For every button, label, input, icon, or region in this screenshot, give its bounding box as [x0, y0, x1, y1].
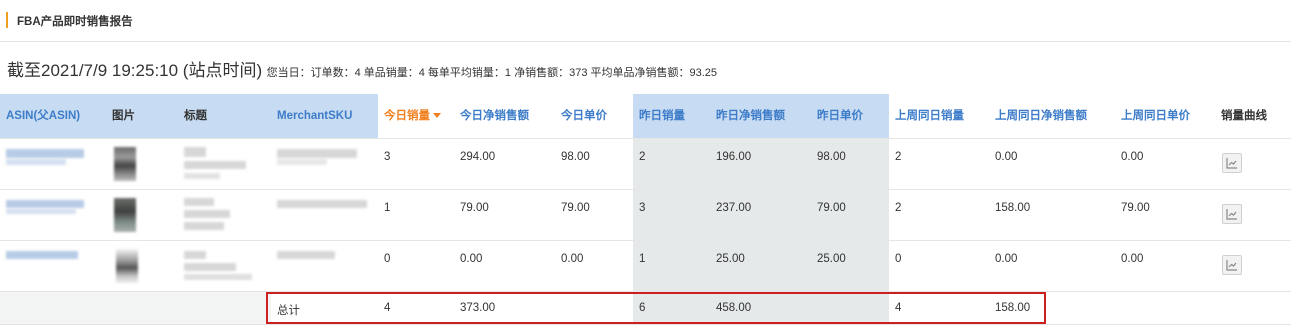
total-blank: [1215, 292, 1291, 324]
yest-price: 79.00: [811, 190, 889, 240]
total-label: 总计: [277, 305, 300, 317]
title-cell: [178, 190, 271, 240]
lw-qty: 0: [895, 253, 902, 265]
today-price: 98.00: [561, 151, 590, 163]
sales-curve-cell: [1215, 241, 1291, 291]
asin-cell[interactable]: [0, 139, 106, 189]
today-sales: 0.00: [460, 253, 483, 265]
table-row: 0 0.00 0.00 1 25.00 25.00 0 0.00 0.00: [0, 240, 1291, 291]
product-image: [106, 139, 178, 189]
today-qty: 3: [384, 151, 391, 163]
col-sales-curve: 销量曲线: [1215, 94, 1291, 138]
lw-sales: 0.00: [995, 151, 1018, 163]
today-price: 0.00: [561, 253, 584, 265]
table-row: 1 79.00 79.00 3 237.00 79.00 2 158.00 79…: [0, 189, 1291, 240]
total-lw-sales: 158.00: [995, 302, 1031, 314]
page-header: FBA产品即时销售报告: [0, 0, 1291, 42]
sort-desc-icon: [433, 113, 441, 119]
asin-cell[interactable]: [0, 190, 106, 240]
lw-price: 0.00: [1121, 151, 1144, 163]
yest-sales: 237.00: [710, 190, 811, 240]
col-today-sales[interactable]: 今日净销售额: [454, 94, 555, 138]
sku-cell: [271, 190, 378, 240]
sku-cell: [271, 241, 378, 291]
today-sales: 79.00: [460, 202, 489, 214]
yest-sales: 196.00: [710, 139, 811, 189]
table-row: 3 294.00 98.00 2 196.00 98.00 2 0.00 0.0…: [0, 138, 1291, 189]
line-chart-icon[interactable]: [1222, 255, 1242, 275]
daily-stats: 您当日：订单数：4 单品销量：4 每单平均销量：1 净销售额：373 平均单品净…: [266, 67, 718, 79]
title-cell: [178, 139, 271, 189]
total-blank: [0, 292, 106, 324]
today-sales: 294.00: [460, 151, 496, 163]
total-today-qty: 4: [384, 302, 391, 314]
as-of-time: 截至2021/7/9 19:25:10 (站点时间): [7, 61, 263, 80]
page-title: FBA产品即时销售报告: [17, 16, 133, 28]
lw-price: 79.00: [1121, 202, 1150, 214]
total-row: 总计 4 373.00 6 458.00 4 158.00: [0, 291, 1291, 325]
total-blank: [106, 292, 178, 324]
col-today-price[interactable]: 今日单价: [555, 94, 633, 138]
yest-sales: 25.00: [710, 241, 811, 291]
lw-sales: 0.00: [995, 253, 1018, 265]
today-price: 79.00: [561, 202, 590, 214]
col-merchant-sku[interactable]: MerchantSKU: [271, 94, 378, 138]
total-blank: [555, 292, 633, 324]
col-today-qty[interactable]: 今日销量: [378, 94, 454, 138]
yest-price: 25.00: [811, 241, 889, 291]
lw-qty: 2: [895, 151, 902, 163]
total-blank: [811, 292, 889, 324]
lw-sales: 158.00: [995, 202, 1031, 214]
total-lw-qty: 4: [895, 302, 902, 314]
product-image: [106, 190, 178, 240]
yest-qty: 3: [633, 190, 710, 240]
col-yest-sales[interactable]: 昨日净销售额: [710, 94, 811, 138]
product-image: [106, 241, 178, 291]
col-today-qty-label: 今日销量: [384, 110, 430, 122]
yest-qty: 2: [633, 139, 710, 189]
total-today-sales: 373.00: [460, 302, 496, 314]
line-chart-icon[interactable]: [1222, 204, 1242, 224]
yest-qty: 1: [633, 241, 710, 291]
col-title: 标题: [178, 94, 271, 138]
col-yest-qty[interactable]: 昨日销量: [633, 94, 710, 138]
col-lw-price[interactable]: 上周同日单价: [1115, 94, 1215, 138]
lw-qty: 2: [895, 202, 902, 214]
today-qty: 1: [384, 202, 391, 214]
total-blank: [1115, 292, 1215, 324]
today-qty: 0: [384, 253, 391, 265]
col-lw-qty[interactable]: 上周同日销量: [889, 94, 989, 138]
yest-price: 98.00: [811, 139, 889, 189]
col-image: 图片: [106, 94, 178, 138]
col-yest-price[interactable]: 昨日单价: [811, 94, 889, 138]
summary-line: 截至2021/7/9 19:25:10 (站点时间) 您当日：订单数：4 单品销…: [7, 56, 717, 81]
lw-price: 0.00: [1121, 253, 1144, 265]
line-chart-icon[interactable]: [1222, 153, 1242, 173]
sku-cell: [271, 139, 378, 189]
table-header-row: ASIN(父ASIN) 图片 标题 MerchantSKU 今日销量 今日净销售…: [0, 94, 1291, 138]
total-yest-sales: 458.00: [710, 292, 811, 324]
sales-curve-cell: [1215, 139, 1291, 189]
col-asin[interactable]: ASIN(父ASIN): [0, 94, 106, 138]
header-accent-bar: [6, 12, 8, 28]
col-lw-sales[interactable]: 上周同日净销售额: [989, 94, 1115, 138]
asin-cell[interactable]: [0, 241, 106, 291]
title-cell: [178, 241, 271, 291]
sales-curve-cell: [1215, 190, 1291, 240]
total-yest-qty: 6: [633, 292, 710, 324]
total-blank: [178, 292, 271, 324]
